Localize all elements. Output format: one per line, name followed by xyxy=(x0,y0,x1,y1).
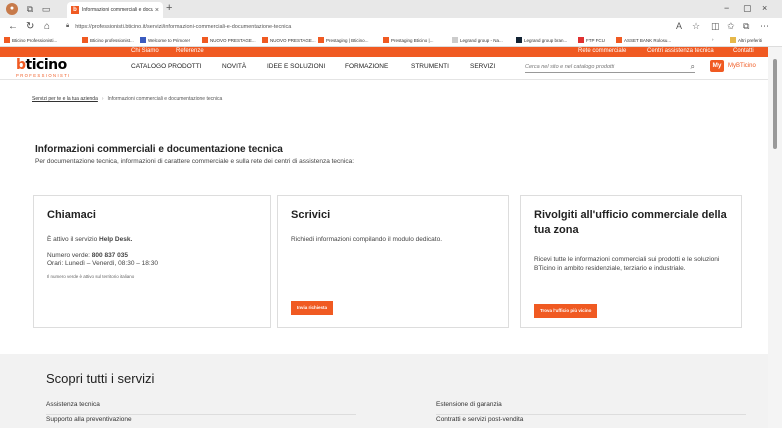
breadcrumb-current: Informazioni commerciali e documentazion… xyxy=(107,96,223,102)
tab-title: Informazioni commerciali e docum xyxy=(82,7,153,13)
profile-avatar-icon[interactable]: ● xyxy=(6,3,18,15)
search-icon[interactable]: ⌕ xyxy=(691,62,695,72)
favorite-item[interactable]: Legrand group bran... xyxy=(516,37,567,43)
url-text: https://professionisti.bticino.it/serviz… xyxy=(75,23,292,30)
bticino-favicon-icon xyxy=(262,37,268,43)
close-window-icon[interactable]: × xyxy=(762,3,767,13)
tab-actions-icon[interactable]: ▭ xyxy=(40,3,52,15)
tab-close-icon[interactable]: × xyxy=(155,7,159,14)
favorite-item[interactable]: Legrand group - Na... xyxy=(452,37,503,43)
favorite-item[interactable]: NUOVO PRESTAGE... xyxy=(262,37,316,43)
menu-idee-soluzioni[interactable]: IDEE E SOLUZIONI xyxy=(267,63,325,70)
page-title: Informazioni commerciali e documentazion… xyxy=(35,144,283,155)
mybticino-link[interactable]: MyBTicino xyxy=(728,63,756,69)
link-contatti[interactable]: Contatti xyxy=(733,48,754,54)
favorites-overflow-icon[interactable]: › xyxy=(712,37,714,42)
card-text: Ricevi tutte le informazioni commerciali… xyxy=(534,256,720,272)
invia-richiesta-button[interactable]: Invia richiesta xyxy=(291,301,334,315)
link-referenze[interactable]: Referenze xyxy=(176,48,204,54)
favorites-icon[interactable]: ✩ xyxy=(727,21,735,32)
favorite-item[interactable]: Bticino professionist... xyxy=(82,37,134,43)
card-chiamaci: Chiamaci È attivo il servizio Help Desk.… xyxy=(33,195,271,328)
bticino-favicon-icon xyxy=(82,37,88,43)
favorites-bar: Bticino Professionisti... Bticino profes… xyxy=(0,35,782,47)
service-link-garanzia[interactable]: Estensione di garanzia xyxy=(436,401,746,415)
favorite-item[interactable]: ASSET BANK Rolosu... xyxy=(616,37,671,43)
menu-strumenti[interactable]: STRUMENTI xyxy=(411,63,449,70)
breadcrumb: Servizi per te e la tua azienda › Informaz… xyxy=(32,96,223,102)
ftp-favicon-icon xyxy=(578,37,584,43)
service-link-preventivazione[interactable]: Supporto alla preventivazione xyxy=(46,416,356,428)
phone-note: Il numero verde è attivo sul territorio … xyxy=(47,273,135,279)
card-scrivici: Scrivici Richiedi informazioni compiland… xyxy=(277,195,509,328)
bticino-favicon-icon xyxy=(318,37,324,43)
card-ufficio-commerciale: Rivolgiti all'ufficio commerciale della … xyxy=(520,195,742,328)
url-field[interactable]: 🔒︎ https://professionisti.bticino.it/ser… xyxy=(66,20,666,33)
address-bar-row: ← ↻ ⌂ 🔒︎ https://professionisti.bticino.… xyxy=(0,18,782,35)
services-title: Scopri tutti i servizi xyxy=(46,371,155,386)
favorite-item[interactable]: Welcome to Primore! xyxy=(140,37,190,43)
favorite-item[interactable]: NUOVO PRESTAGE... xyxy=(202,37,256,43)
back-icon[interactable]: ← xyxy=(8,21,18,32)
bticino-favicon-icon xyxy=(383,37,389,43)
new-tab-icon[interactable]: + xyxy=(166,2,172,14)
service-link-assistenza[interactable]: Assistenza tecnica xyxy=(46,401,356,415)
services-section: Scopri tutti i servizi Assistenza tecnic… xyxy=(0,354,768,428)
bticino-favicon-icon xyxy=(4,37,10,43)
page-scrollbar[interactable] xyxy=(768,47,782,428)
collections-bar-icon[interactable]: ⧉ xyxy=(743,21,749,32)
bticino-favicon-icon xyxy=(202,37,208,43)
scrollbar-thumb[interactable] xyxy=(773,59,777,149)
site-favicon-icon xyxy=(140,37,146,43)
site-favicon-icon xyxy=(516,37,522,43)
browser-tab-bar: ● ⧉ ▭ b Informazioni commerciali e docum… xyxy=(0,0,782,18)
menu-novita[interactable]: NOVITÀ xyxy=(222,63,246,70)
site-search: ⌕ xyxy=(525,61,695,73)
refresh-icon[interactable]: ↻ xyxy=(26,21,34,32)
mybticino-icon[interactable]: My xyxy=(710,60,724,72)
collections-icon[interactable]: ⧉ xyxy=(24,3,36,15)
maximize-icon[interactable]: ▢ xyxy=(743,3,752,14)
card-title: Rivolgiti all'ufficio commerciale della … xyxy=(534,209,727,236)
bticino-favicon-icon: b xyxy=(71,6,79,14)
browser-tab[interactable]: b Informazioni commerciali e docum × xyxy=(67,2,163,18)
menu-formazione[interactable]: FORMAZIONE xyxy=(345,63,388,70)
link-centri-assistenza[interactable]: Centri assistenza tecnica xyxy=(647,48,714,54)
card-title: Scrivici xyxy=(291,209,331,221)
link-chi-siamo[interactable]: Chi Siamo xyxy=(131,48,159,54)
menu-servizi[interactable]: SERVIZI xyxy=(470,63,495,70)
favorite-item[interactable]: FTP FCU xyxy=(578,37,605,43)
home-icon[interactable]: ⌂ xyxy=(44,21,50,32)
card-title: Chiamaci xyxy=(47,209,96,221)
favorite-item[interactable]: Prestaging Bticino |... xyxy=(383,37,433,43)
folder-icon xyxy=(730,37,736,43)
trova-ufficio-button[interactable]: Trova l'ufficio più vicino xyxy=(534,304,598,318)
menu-catalogo-prodotti[interactable]: CATALOGO PRODOTTI xyxy=(131,63,202,70)
top-utility-bar: Chi Siamo Referenze Rete commerciale Cen… xyxy=(0,47,768,57)
site-header: bticino PROFESSIONISTI CATALOGO PRODOTTI… xyxy=(0,57,768,80)
split-screen-icon[interactable]: ◫ xyxy=(711,21,720,32)
opening-hours-text: Orari: Lunedì – Venerdì, 08:30 – 18:30 xyxy=(47,260,158,267)
more-icon[interactable]: ⋯ xyxy=(760,21,769,32)
bticino-logo[interactable]: bticino PROFESSIONISTI xyxy=(16,58,82,79)
legrand-favicon-icon xyxy=(452,37,458,43)
bticino-favicon-icon xyxy=(616,37,622,43)
service-link-contratti[interactable]: Contratti e servizi post-vendita xyxy=(436,416,746,428)
favorite-item[interactable]: Bticino Professionisti... xyxy=(4,37,57,43)
read-aloud-icon[interactable]: A xyxy=(676,21,682,31)
minimize-icon[interactable]: − xyxy=(724,3,729,13)
favorite-star-icon[interactable]: ☆ xyxy=(692,21,700,32)
other-favorites[interactable]: Altri preferiti xyxy=(730,37,762,43)
lock-icon: 🔒︎ xyxy=(66,23,70,29)
card-text: Richiedi informazioni compilando il modu… xyxy=(291,236,443,243)
help-desk-text: È attivo il servizio Help Desk. xyxy=(47,236,133,243)
link-rete-commerciale[interactable]: Rete commerciale xyxy=(578,48,626,54)
phone-number-text: Numero verde: 800 837 035 xyxy=(47,251,128,259)
favorite-item[interactable]: Prestaging | Bticino... xyxy=(318,37,368,43)
search-input[interactable] xyxy=(525,63,691,70)
page-subtitle: Per documentazione tecnica, informazioni… xyxy=(35,158,355,165)
breadcrumb-parent-link[interactable]: Servizi per te e la tua azienda xyxy=(32,96,98,102)
